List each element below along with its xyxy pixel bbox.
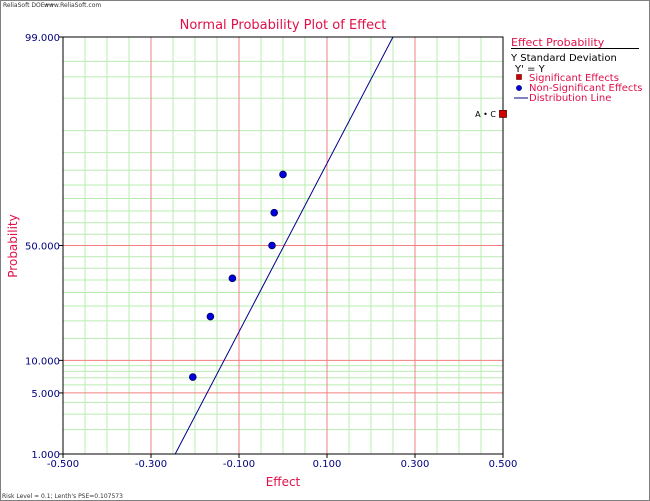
probability-plot: -0.500 -0.300 -0.100 0.100 0.300 0.5001.0005.…: [6, 18, 643, 489]
non-significant-point: [189, 373, 197, 381]
non-significant-point: [206, 312, 215, 321]
non-significant-point: [268, 241, 276, 250]
x-tick-label: 0.100: [313, 459, 342, 470]
y-tick-label: 99.000: [25, 33, 60, 44]
legend-item-distribution-line: Distribution Line: [529, 93, 611, 104]
y-tick-label: 10.000: [25, 356, 60, 367]
y-tick-label: 1.000: [31, 450, 60, 461]
significant-point-label: A • C: [475, 110, 496, 119]
status-text: Risk Level = 0.1; Lenth's PSE=0.107573: [2, 493, 123, 500]
x-tick-label: 0.300: [401, 459, 430, 470]
significant-point: [499, 109, 507, 118]
legend-significant-marker: [516, 74, 522, 80]
legend-non-significant-marker: [516, 85, 522, 91]
non-significant-point: [279, 170, 287, 179]
x-tick-label: -0.300: [135, 459, 167, 470]
non-significant-point: [270, 208, 279, 217]
x-axis-label: Effect: [266, 475, 301, 489]
y-tick-label: 50.000: [25, 242, 60, 253]
y-axis-label: Probability: [6, 214, 20, 277]
chart-title: Normal Probability Plot of Effect: [180, 18, 387, 33]
x-tick-label: 0.500: [489, 459, 518, 470]
y-tick-label: 5.000: [31, 389, 60, 400]
non-significant-point: [228, 274, 237, 283]
x-tick-label: -0.100: [223, 459, 255, 470]
legend-title-underline: [511, 48, 639, 49]
legend-subtitle-y: Y Standard Deviation: [510, 53, 617, 64]
